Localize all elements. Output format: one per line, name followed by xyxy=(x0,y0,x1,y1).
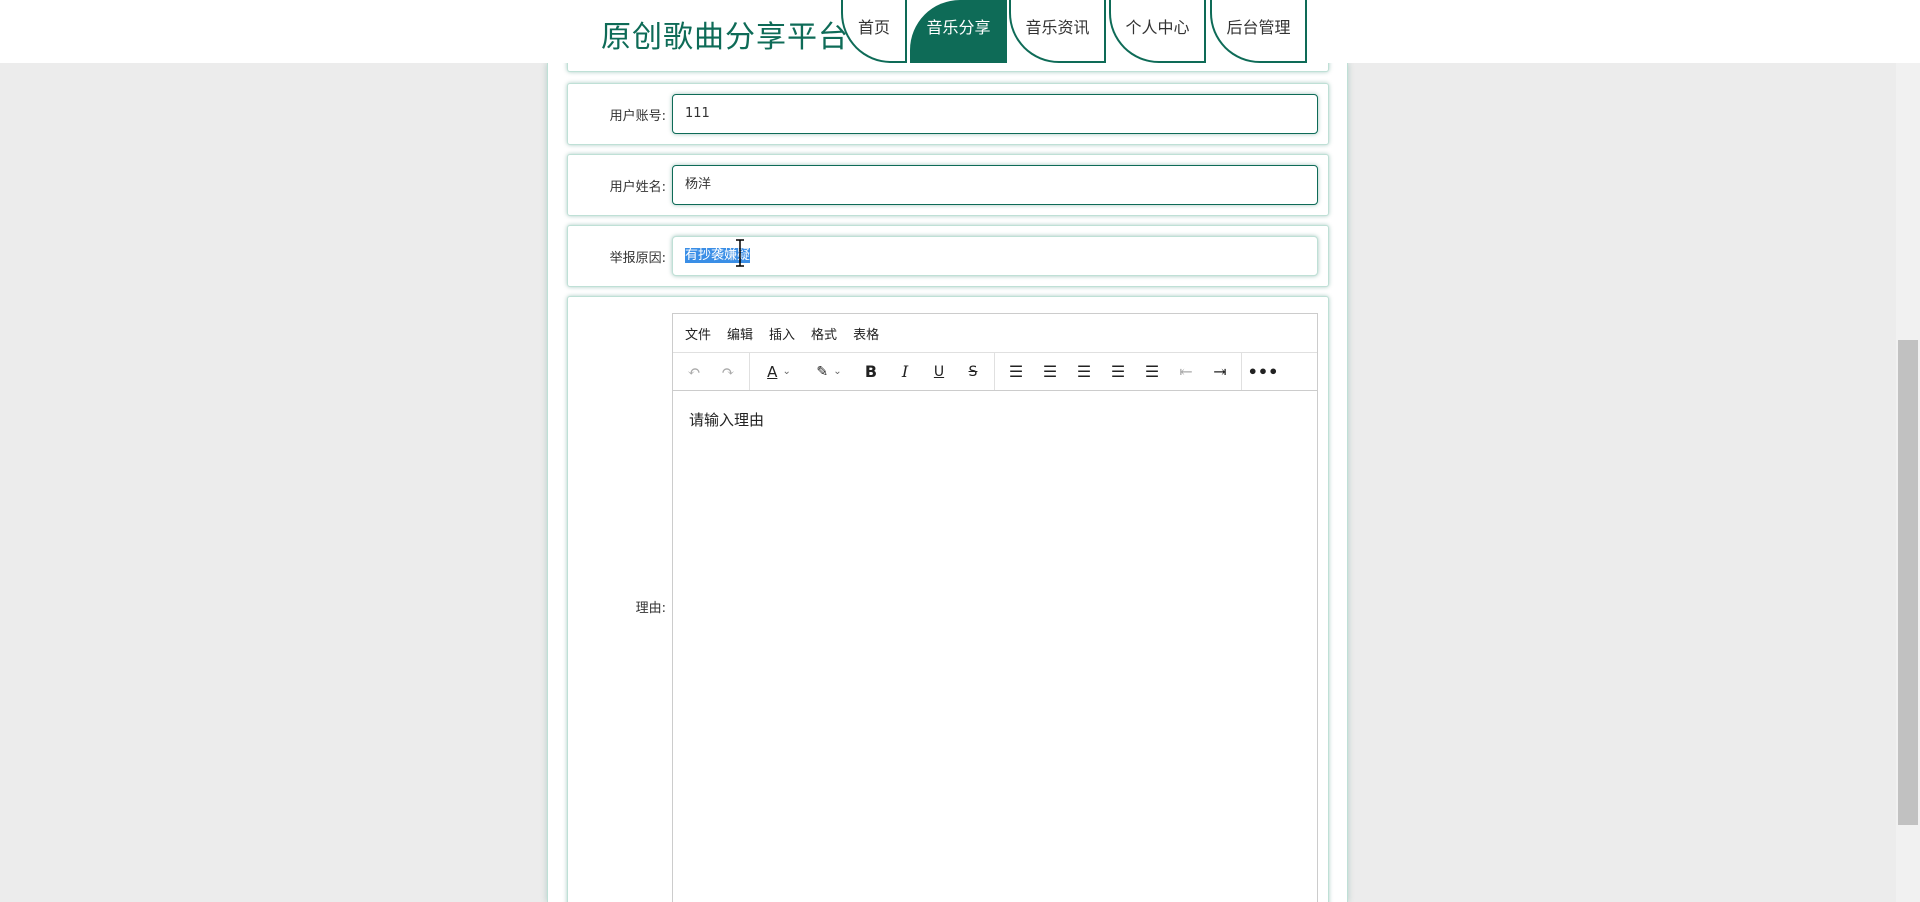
text-color-icon[interactable]: A ⌄ xyxy=(754,357,804,387)
line-height-icon[interactable]: ☰ xyxy=(999,357,1033,387)
highlight-color-icon[interactable]: ✎ ⌄ xyxy=(804,357,854,387)
bold-icon[interactable]: B xyxy=(854,357,888,387)
strikethrough-icon[interactable]: S xyxy=(956,357,990,387)
scrollbar-thumb[interactable] xyxy=(1898,340,1918,825)
account-field[interactable]: 111 xyxy=(672,94,1318,134)
indent-icon[interactable]: ⇥ xyxy=(1203,357,1237,387)
undo-icon[interactable]: ↶ xyxy=(677,357,711,387)
menu-file[interactable]: 文件 xyxy=(685,324,711,343)
menu-table[interactable]: 表格 xyxy=(853,324,879,343)
menu-insert[interactable]: 插入 xyxy=(769,324,795,343)
text-cursor-icon xyxy=(736,239,744,267)
form-row-account: 用户账号: 111 xyxy=(567,83,1329,145)
menu-edit[interactable]: 编辑 xyxy=(727,324,753,343)
reason-label: 理由: xyxy=(635,601,666,616)
outdent-icon[interactable]: ⇤ xyxy=(1169,357,1203,387)
form-row-report-reason: 举报原因: 有抄袭嫌疑 xyxy=(567,225,1329,287)
nav-tab-music-news[interactable]: 音乐资讯 xyxy=(1009,0,1106,63)
align-center-icon[interactable]: ☰ xyxy=(1067,357,1101,387)
nav-tab-music-share[interactable]: 音乐分享 xyxy=(910,0,1007,63)
top-header: 原创歌曲分享平台 首页 音乐分享 音乐资讯 个人中心 后台管理 xyxy=(0,0,1920,63)
name-field[interactable]: 杨洋 xyxy=(672,165,1318,205)
menu-format[interactable]: 格式 xyxy=(811,324,837,343)
report-reason-label: 举报原因: xyxy=(609,251,666,266)
editor-toolbar: ↶ ↷ A ⌄ ✎ ⌄ B I U S ☰ ☰ ☰ ☰ ☰ ⇤ ⇥ ••• xyxy=(673,353,1317,391)
form-row-reason: 理由: 文件 编辑 插入 格式 表格 ↶ ↷ A ⌄ ✎ ⌄ B I U S ☰ xyxy=(567,296,1329,902)
account-label: 用户账号: xyxy=(609,109,666,124)
align-justify-icon[interactable]: ☰ xyxy=(1135,357,1169,387)
nav-tab-home[interactable]: 首页 xyxy=(841,0,907,63)
nav-tab-admin[interactable]: 后台管理 xyxy=(1210,0,1307,63)
editor-content[interactable]: 请输入理由 xyxy=(673,391,1317,448)
report-reason-field[interactable]: 有抄袭嫌疑 xyxy=(672,236,1318,276)
form-row-name: 用户姓名: 杨洋 xyxy=(567,154,1329,216)
italic-icon[interactable]: I xyxy=(888,357,922,387)
align-left-icon[interactable]: ☰ xyxy=(1033,357,1067,387)
name-label: 用户姓名: xyxy=(609,180,666,195)
site-logo[interactable]: 原创歌曲分享平台 xyxy=(601,12,849,56)
nav-tab-personal-center[interactable]: 个人中心 xyxy=(1109,0,1206,63)
editor-menubar: 文件 编辑 插入 格式 表格 xyxy=(673,314,1317,353)
align-right-icon[interactable]: ☰ xyxy=(1101,357,1135,387)
more-icon[interactable]: ••• xyxy=(1246,357,1280,387)
underline-icon[interactable]: U xyxy=(922,357,956,387)
redo-icon[interactable]: ↷ xyxy=(711,357,745,387)
rich-text-editor[interactable]: 文件 编辑 插入 格式 表格 ↶ ↷ A ⌄ ✎ ⌄ B I U S ☰ ☰ ☰ xyxy=(672,313,1318,902)
